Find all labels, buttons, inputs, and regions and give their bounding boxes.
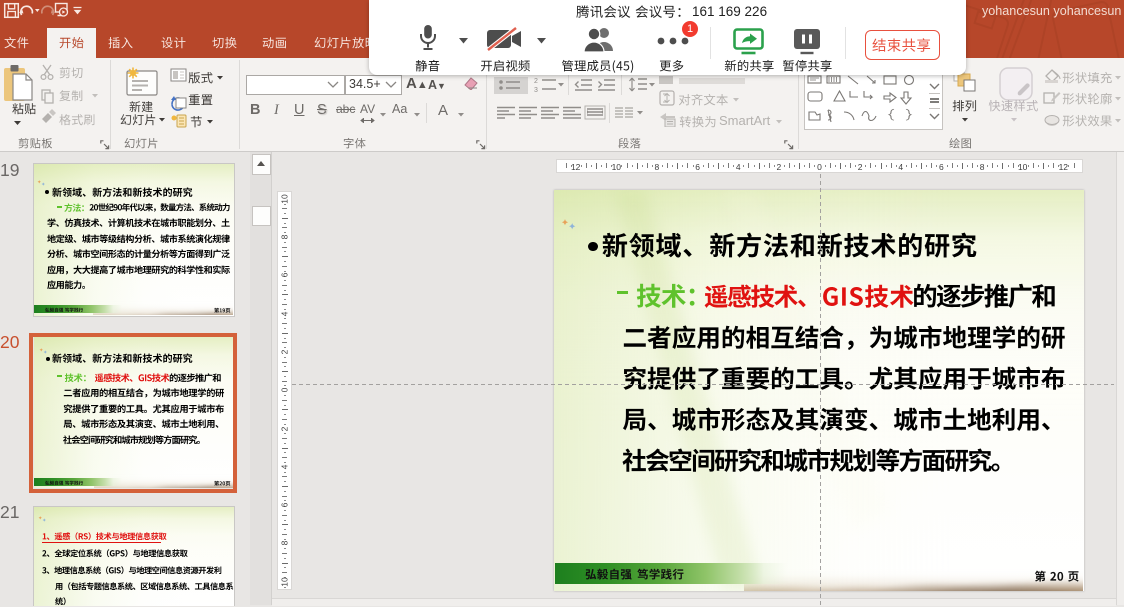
- svg-text:3: 3: [534, 87, 538, 94]
- svg-text:2: 2: [534, 78, 538, 85]
